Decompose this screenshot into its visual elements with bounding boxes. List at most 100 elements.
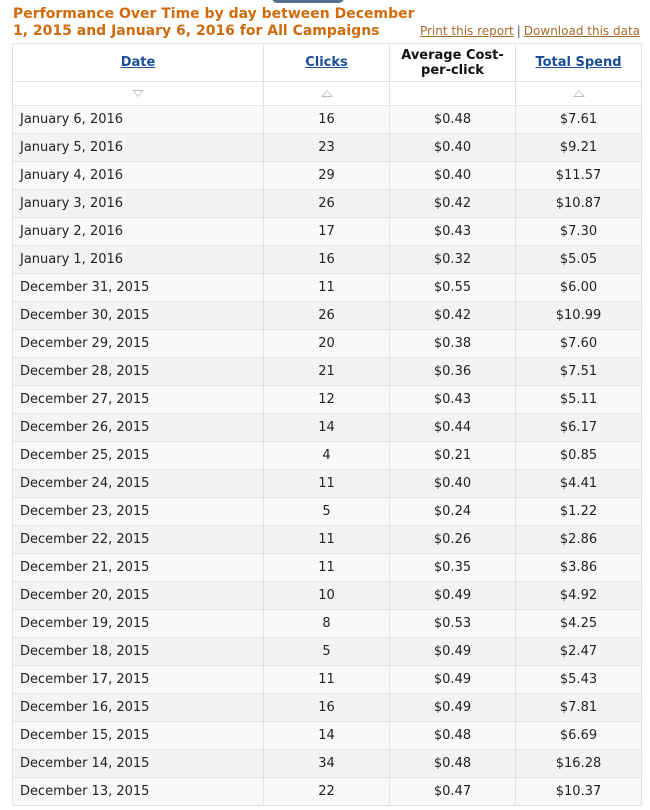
cell-total-spend: $7.60	[515, 329, 642, 358]
header-row: Date Clicks Average Cost-per-click Total…	[12, 43, 642, 82]
cell-clicks: 10	[263, 581, 390, 610]
sort-by-total-spend-link[interactable]: Total Spend	[535, 55, 621, 70]
cell-clicks: 22	[263, 777, 390, 806]
cell-total-spend: $5.43	[515, 665, 642, 694]
cell-date: December 17, 2015	[12, 665, 264, 694]
cell-total-spend: $7.81	[515, 693, 642, 722]
cell-date: December 27, 2015	[12, 385, 264, 414]
sort-cell-date[interactable]	[12, 81, 264, 106]
table-row: December 22, 2015 11 $0.26 $2.86	[12, 525, 642, 554]
table-row: December 21, 2015 11 $0.35 $3.86	[12, 553, 642, 582]
cell-average-cpc: $0.26	[389, 525, 516, 554]
cell-date: December 28, 2015	[12, 357, 264, 386]
cell-total-spend: $9.21	[515, 133, 642, 162]
cell-total-spend: $6.00	[515, 273, 642, 302]
cell-clicks: 11	[263, 469, 390, 498]
sort-cell-total-spend[interactable]	[515, 81, 642, 106]
cell-average-cpc: $0.24	[389, 497, 516, 526]
top-button-edge[interactable]	[272, 0, 344, 3]
table-row: December 28, 2015 21 $0.36 $7.51	[12, 357, 642, 386]
cell-average-cpc: $0.35	[389, 553, 516, 582]
cell-average-cpc: $0.43	[389, 217, 516, 246]
cell-date: December 21, 2015	[12, 553, 264, 582]
link-separator: |	[516, 24, 521, 38]
cell-clicks: 20	[263, 329, 390, 358]
cell-date: December 24, 2015	[12, 469, 264, 498]
sort-ascending-icon[interactable]	[320, 90, 333, 97]
cell-date: December 22, 2015	[12, 525, 264, 554]
table-row: January 4, 2016 29 $0.40 $11.57	[12, 161, 642, 190]
column-header-date: Date	[12, 43, 264, 82]
table-row: January 1, 2016 16 $0.32 $5.05	[12, 245, 642, 274]
column-header-total-spend: Total Spend	[515, 43, 642, 82]
cell-total-spend: $7.30	[515, 217, 642, 246]
cell-average-cpc: $0.42	[389, 189, 516, 218]
cell-total-spend: $6.17	[515, 413, 642, 442]
cell-average-cpc: $0.53	[389, 609, 516, 638]
cell-date: December 25, 2015	[12, 441, 264, 470]
table-row: December 14, 2015 34 $0.48 $16.28	[12, 749, 642, 778]
cell-clicks: 16	[263, 693, 390, 722]
table-row: December 31, 2015 11 $0.55 $6.00	[12, 273, 642, 302]
cell-average-cpc: $0.49	[389, 665, 516, 694]
cell-total-spend: $7.61	[515, 105, 642, 134]
cell-clicks: 16	[263, 105, 390, 134]
cell-total-spend: $6.69	[515, 721, 642, 750]
cell-clicks: 11	[263, 553, 390, 582]
table-row: December 16, 2015 16 $0.49 $7.81	[12, 693, 642, 722]
table-row: January 3, 2016 26 $0.42 $10.87	[12, 189, 642, 218]
cell-clicks: 23	[263, 133, 390, 162]
cell-total-spend: $4.92	[515, 581, 642, 610]
cell-date: January 3, 2016	[12, 189, 264, 218]
cell-average-cpc: $0.47	[389, 777, 516, 806]
cell-date: December 23, 2015	[12, 497, 264, 526]
cell-average-cpc: $0.40	[389, 161, 516, 190]
cell-clicks: 12	[263, 385, 390, 414]
table-row: December 13, 2015 22 $0.47 $10.37	[12, 777, 642, 806]
cell-total-spend: $4.25	[515, 609, 642, 638]
cell-clicks: 5	[263, 637, 390, 666]
cell-clicks: 16	[263, 245, 390, 274]
cell-date: December 19, 2015	[12, 609, 264, 638]
cell-average-cpc: $0.48	[389, 721, 516, 750]
cell-clicks: 11	[263, 525, 390, 554]
cell-average-cpc: $0.44	[389, 413, 516, 442]
download-data-link[interactable]: Download this data	[524, 24, 640, 38]
sort-cell-clicks[interactable]	[263, 81, 390, 106]
cell-clicks: 26	[263, 189, 390, 218]
cell-date: December 20, 2015	[12, 581, 264, 610]
print-report-link[interactable]: Print this report	[420, 24, 514, 38]
cell-average-cpc: $0.48	[389, 749, 516, 778]
sort-cell-average-cpc	[389, 81, 516, 106]
cell-average-cpc: $0.32	[389, 245, 516, 274]
cell-total-spend: $10.37	[515, 777, 642, 806]
cell-total-spend: $3.86	[515, 553, 642, 582]
table-row: December 23, 2015 5 $0.24 $1.22	[12, 497, 642, 526]
cell-clicks: 11	[263, 273, 390, 302]
table-row: December 26, 2015 14 $0.44 $6.17	[12, 413, 642, 442]
cell-date: December 18, 2015	[12, 637, 264, 666]
cell-date: December 16, 2015	[12, 693, 264, 722]
cell-total-spend: $4.41	[515, 469, 642, 498]
table-row: January 6, 2016 16 $0.48 $7.61	[12, 105, 642, 134]
cell-date: December 14, 2015	[12, 749, 264, 778]
cell-clicks: 8	[263, 609, 390, 638]
cell-total-spend: $0.85	[515, 441, 642, 470]
sort-by-clicks-link[interactable]: Clicks	[305, 55, 348, 70]
column-header-clicks: Clicks	[263, 43, 390, 82]
cell-clicks: 21	[263, 357, 390, 386]
cell-date: December 30, 2015	[12, 301, 264, 330]
column-header-average-cpc: Average Cost-per-click	[389, 43, 516, 82]
sort-by-date-link[interactable]: Date	[121, 55, 156, 70]
table-row: December 18, 2015 5 $0.49 $2.47	[12, 637, 642, 666]
cell-date: December 29, 2015	[12, 329, 264, 358]
cell-date: January 1, 2016	[12, 245, 264, 274]
cell-average-cpc: $0.49	[389, 693, 516, 722]
sort-descending-icon[interactable]	[132, 90, 144, 97]
cell-date: January 5, 2016	[12, 133, 264, 162]
sort-ascending-icon[interactable]	[572, 90, 585, 97]
cell-total-spend: $10.87	[515, 189, 642, 218]
table-row: December 20, 2015 10 $0.49 $4.92	[12, 581, 642, 610]
cell-total-spend: $11.57	[515, 161, 642, 190]
cell-average-cpc: $0.40	[389, 469, 516, 498]
